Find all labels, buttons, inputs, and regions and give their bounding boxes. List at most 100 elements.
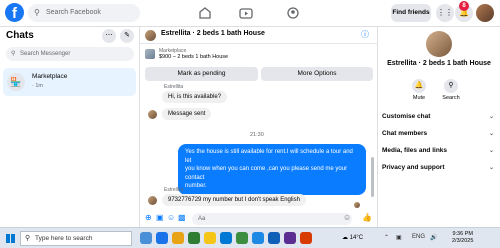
menu-media-files-links[interactable]: Media, files and links ⌄: [382, 147, 496, 159]
chats-title: Chats: [6, 30, 34, 41]
network-icon[interactable]: ▣: [396, 234, 402, 241]
windows-start-icon[interactable]: [6, 234, 15, 243]
menu-label: Privacy and support: [382, 164, 445, 171]
gif-icon[interactable]: ▩: [178, 213, 186, 222]
menu-label: Chat members: [382, 130, 428, 137]
cloud-icon: ☁: [342, 235, 348, 241]
sender-name: Estrellita: [164, 187, 184, 193]
tray-chevron-icon[interactable]: ⌃: [384, 234, 389, 241]
like-icon[interactable]: 👍: [362, 213, 372, 222]
info-title: Estrellita · 2 beds 1 bath House: [387, 60, 491, 67]
sender-name: Estrellita: [164, 84, 184, 90]
message-timestamp: 21:30: [250, 132, 264, 138]
temperature: 14°C: [349, 235, 364, 241]
listing-thumbnail: [145, 49, 155, 59]
search-icon: ⚲: [11, 51, 16, 57]
mute-bell-icon[interactable]: 🔔: [412, 79, 426, 93]
facebook-search-input[interactable]: ⚲ Search Facebook: [28, 4, 140, 22]
edge-icon[interactable]: [220, 232, 232, 244]
app-icon[interactable]: [284, 232, 296, 244]
taskbar-search-input[interactable]: ⚲ Type here to search: [20, 231, 132, 246]
incoming-message[interactable]: 9732776729 my number but I don't speak E…: [162, 194, 306, 206]
chat-time: · 1m: [32, 83, 43, 89]
mark-as-pending-button[interactable]: Mark as pending: [145, 67, 258, 81]
volume-icon[interactable]: 🔊: [430, 234, 437, 241]
facebook-topbar: f ⚲ Search Facebook Find friends ⋮⋮ 🔔 8: [0, 0, 500, 27]
sender-avatar: [148, 110, 157, 119]
chats-sidebar: Chats ⋯ ✎ ⚲ Search Messenger 🏪 Marketpla…: [0, 27, 140, 227]
video-icon[interactable]: [236, 4, 256, 22]
vscode-icon[interactable]: [252, 232, 264, 244]
message-composer: ⊕ ▣ ☺ ▩ Aa ☺ 👍: [140, 211, 378, 227]
word-icon[interactable]: [268, 232, 280, 244]
app-icon[interactable]: [172, 232, 184, 244]
clock-time: 9:36 PM: [452, 231, 473, 237]
conversation-header: Estrellita · 2 beds 1 bath House ⓘ: [140, 27, 378, 44]
clock-date: 2/3/2025: [452, 238, 474, 244]
taskbar-search-placeholder: Type here to search: [35, 235, 93, 242]
search-icon: ⚲: [25, 235, 31, 242]
app-icon[interactable]: [188, 232, 200, 244]
weather-widget[interactable]: ☁ 14°C: [342, 234, 363, 241]
windows-taskbar: ⚲ Type here to search ☁ 14°C ⌃ ▣ ENG 🔊 9…: [0, 227, 500, 248]
more-options-button[interactable]: More Options: [261, 67, 373, 81]
outgoing-message-line: you know when you can come ,can you plea…: [185, 166, 348, 181]
notification-badge: 8: [459, 1, 469, 11]
outgoing-message-line: Yes the house is still available for ren…: [185, 149, 353, 164]
facebook-search-placeholder: Search Facebook: [46, 9, 101, 16]
chevron-down-icon: ⌄: [488, 148, 494, 154]
home-icon[interactable]: [195, 4, 215, 22]
app-icon[interactable]: [300, 232, 312, 244]
language-indicator[interactable]: ENG: [412, 234, 425, 240]
chevron-down-icon: ⌄: [488, 165, 494, 171]
chat-list-item[interactable]: 🏪 Marketplace · 1m: [3, 68, 136, 96]
read-receipt-avatar: [354, 202, 360, 208]
messenger-search-input[interactable]: ⚲ Search Messenger: [6, 47, 134, 61]
landscape-app-icon[interactable]: [140, 232, 152, 244]
conversation-info-pane: Estrellita · 2 beds 1 bath House 🔔 ⚲ Mut…: [378, 27, 500, 227]
messenger-search-placeholder: Search Messenger: [20, 51, 71, 57]
menu-customise-chat[interactable]: Customise chat ⌄: [382, 113, 496, 125]
message-input[interactable]: Aa: [192, 213, 352, 225]
listing-preview[interactable]: Marketplace $900 – 2 beds 1 bath House: [145, 48, 373, 63]
search-icon: ⚲: [34, 8, 40, 17]
menu-privacy-support[interactable]: Privacy and support ⌄: [382, 164, 496, 176]
chat-name: Marketplace: [32, 73, 68, 80]
search-label: Search: [442, 95, 460, 101]
mute-label: Mute: [412, 95, 426, 101]
chevron-down-icon: ⌄: [488, 131, 494, 137]
more-options-icon[interactable]: ⋯: [102, 29, 116, 43]
contact-avatar-large[interactable]: [426, 31, 452, 57]
find-friends-button[interactable]: Find friends: [391, 4, 431, 22]
minecraft-icon[interactable]: [236, 232, 248, 244]
sender-avatar: [148, 196, 157, 205]
conversation-title[interactable]: Estrellita · 2 beds 1 bath House: [161, 30, 265, 37]
menu-label: Customise chat: [382, 113, 431, 120]
profile-avatar[interactable]: [476, 4, 494, 22]
message-list: Estrellita Hi, is this available? Messag…: [140, 84, 378, 210]
conversation-pane: Estrellita · 2 beds 1 bath House ⓘ Marke…: [140, 27, 378, 227]
outgoing-message[interactable]: Yes the house is still available for ren…: [178, 144, 366, 195]
plus-icon[interactable]: ⊕: [145, 213, 152, 222]
menu-label: Media, files and links: [382, 147, 448, 154]
emoji-icon[interactable]: ☺: [343, 213, 351, 222]
facebook-logo[interactable]: f: [5, 3, 24, 22]
system-clock[interactable]: 9:36 PM 2/3/2025: [452, 231, 473, 245]
outgoing-message-line: number.: [185, 183, 207, 189]
sticker-icon[interactable]: ☺: [167, 213, 175, 222]
incoming-message[interactable]: Hi, is this available?: [162, 91, 228, 103]
search-icon[interactable]: ⚲: [444, 79, 458, 93]
incoming-message[interactable]: Message sent: [162, 108, 212, 120]
chevron-down-icon: ⌄: [488, 114, 494, 120]
contact-avatar[interactable]: [145, 30, 156, 41]
menu-chat-members[interactable]: Chat members ⌄: [382, 130, 496, 142]
conversation-scrollbar[interactable]: [371, 157, 374, 197]
file-explorer-icon[interactable]: [204, 232, 216, 244]
marketplace-icon: 🏪: [7, 73, 25, 91]
info-icon[interactable]: ⓘ: [361, 29, 369, 40]
chrome-icon[interactable]: [156, 232, 168, 244]
menu-grid-icon[interactable]: ⋮⋮: [436, 4, 454, 22]
image-icon[interactable]: ▣: [156, 213, 164, 222]
groups-icon[interactable]: [283, 4, 303, 22]
new-message-icon[interactable]: ✎: [120, 29, 134, 43]
